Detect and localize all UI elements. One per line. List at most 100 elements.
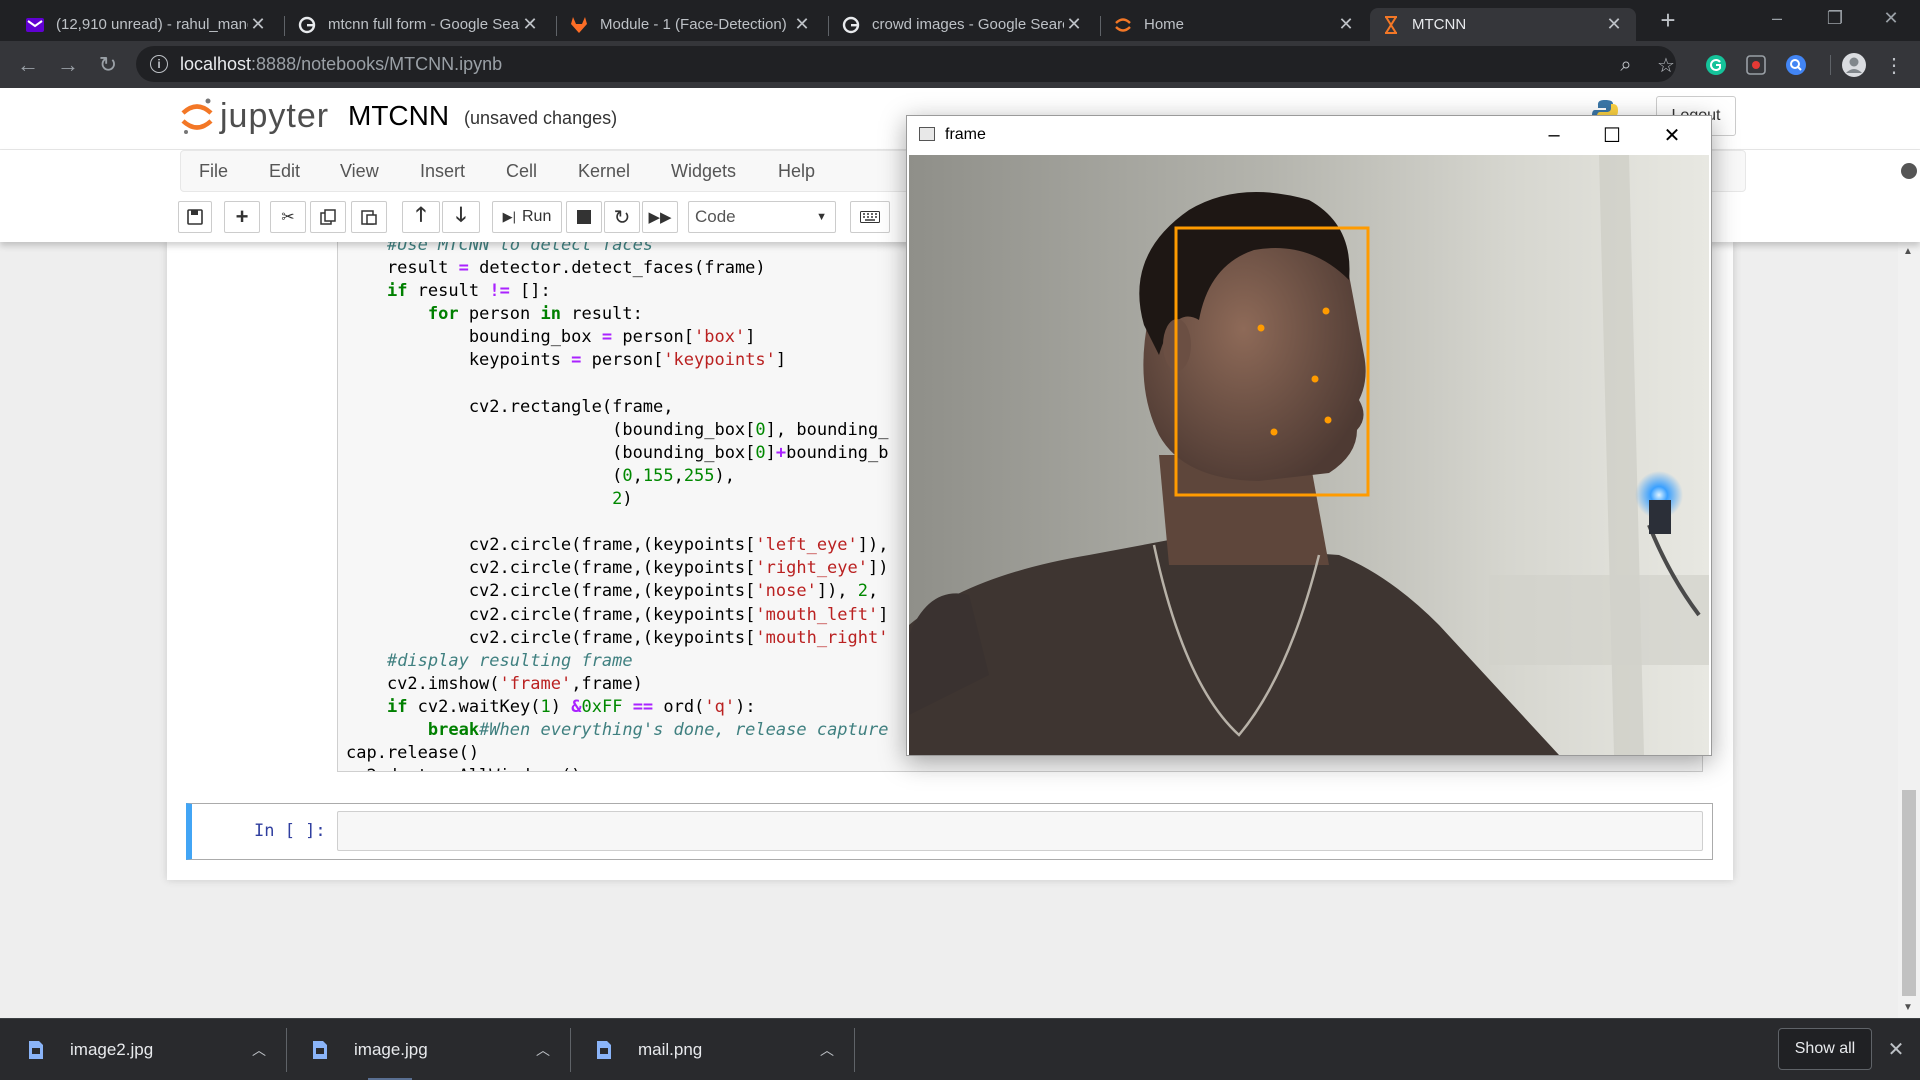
minimize-frame-button[interactable]: –	[1525, 116, 1583, 154]
close-tab-icon[interactable]: ✕	[248, 14, 268, 35]
downloads-shelf: image2.jpg ︿ image.jpg ︿ mail.png ︿ Show…	[0, 1018, 1920, 1080]
show-all-downloads-button[interactable]: Show all	[1778, 1028, 1872, 1070]
lens-extension-icon[interactable]	[1782, 51, 1810, 79]
restart-run-all-button[interactable]: ▶▶	[642, 201, 678, 233]
url-text[interactable]: localhost:8888/notebooks/MTCNN.ipynb	[180, 54, 502, 75]
frame-title-bar[interactable]: frame – ☐ ✕	[907, 116, 1711, 154]
reload-button[interactable]: ↻	[92, 49, 124, 81]
save-icon	[187, 209, 203, 225]
scroll-up-icon[interactable]: ▲	[1903, 246, 1913, 257]
download-filename: mail.png	[638, 1040, 703, 1059]
chevron-up-icon[interactable]: ︿	[820, 1040, 834, 1060]
tab-mtcnn-search[interactable]: mtcnn full form - Google Search ✕	[286, 8, 552, 41]
forward-button[interactable]: →	[52, 49, 84, 81]
window-app-icon	[919, 127, 935, 141]
frame-title: frame	[945, 126, 986, 143]
tab-title: MTCNN	[1412, 16, 1467, 33]
image-file-icon	[313, 1041, 327, 1059]
google-icon	[298, 16, 316, 34]
close-downloads-icon[interactable]: ✕	[1884, 1037, 1908, 1061]
save-button[interactable]	[178, 201, 212, 233]
url-path: :8888/notebooks/MTCNN.ipynb	[251, 53, 503, 74]
tab-module-1[interactable]: Module - 1 (Face-Detection) ✕	[558, 8, 824, 41]
tab-separator	[1100, 16, 1101, 36]
tab-mtcnn[interactable]: MTCNN ✕	[1370, 8, 1636, 41]
image-file-icon	[597, 1041, 611, 1059]
close-tab-icon[interactable]: ✕	[1604, 14, 1624, 35]
menu-edit[interactable]: Edit	[269, 161, 300, 182]
mouth-right-keypoint	[1324, 416, 1332, 424]
tab-mail[interactable]: (12,910 unread) - rahul_manglani ✕	[14, 8, 280, 41]
new-tab-button[interactable]: +	[1652, 4, 1684, 36]
download-item[interactable]: image2.jpg ︿	[28, 1019, 268, 1080]
close-frame-button[interactable]: ✕	[1643, 116, 1701, 154]
download-filename: image2.jpg	[70, 1040, 154, 1059]
menu-view[interactable]: View	[340, 161, 379, 182]
site-info-icon[interactable]: i	[150, 55, 168, 73]
maximize-frame-button[interactable]: ☐	[1583, 116, 1641, 154]
notebook-title[interactable]: MTCNN	[348, 100, 449, 132]
webcam-frame-image	[909, 155, 1709, 755]
tab-home[interactable]: Home ✕	[1102, 8, 1368, 41]
bookmark-star-icon[interactable]: ☆	[1652, 51, 1680, 79]
menu-insert[interactable]: Insert	[420, 161, 465, 182]
download-separator	[286, 1028, 287, 1072]
tab-separator	[556, 16, 557, 36]
kernel-status-icon	[1901, 163, 1917, 179]
cell-type-select[interactable]: Code ▼	[688, 201, 836, 233]
copy-button[interactable]	[310, 201, 346, 233]
nose-keypoint	[1311, 375, 1319, 383]
close-window-button[interactable]: ✕	[1862, 0, 1920, 36]
run-label: Run	[522, 208, 552, 225]
tab-crowd-images[interactable]: crowd images - Google Search ✕	[830, 8, 1096, 41]
profile-avatar-icon[interactable]	[1840, 51, 1868, 79]
dropdown-caret-icon: ▼	[816, 211, 827, 223]
move-up-button[interactable]: 🡑	[402, 201, 440, 233]
paste-button[interactable]	[351, 201, 387, 233]
insert-cell-button[interactable]: +	[224, 201, 260, 233]
menu-help[interactable]: Help	[778, 161, 815, 182]
stop-icon	[577, 210, 591, 224]
code-text[interactable]: #Use MTCNN to detect faces result = dete…	[346, 242, 889, 771]
interrupt-kernel-button[interactable]	[566, 201, 602, 233]
close-tab-icon[interactable]: ✕	[520, 14, 540, 35]
cell-type-value: Code	[695, 207, 736, 226]
menu-kernel[interactable]: Kernel	[578, 161, 630, 182]
close-tab-icon[interactable]: ✕	[1064, 14, 1084, 35]
tab-title: (12,910 unread) - rahul_manglani	[56, 16, 248, 33]
toolbar-separator	[1830, 55, 1831, 75]
cell-prompt: In [ ]:	[254, 821, 326, 841]
download-item[interactable]: mail.png ︿	[596, 1019, 836, 1080]
back-button[interactable]: ←	[12, 49, 44, 81]
tab-title: Home	[1144, 16, 1185, 33]
opencv-frame-window[interactable]: frame – ☐ ✕	[906, 115, 1712, 756]
restart-kernel-button[interactable]: ↻	[604, 201, 640, 233]
browser-menu-icon[interactable]: ⋮	[1880, 51, 1908, 79]
menu-widgets[interactable]: Widgets	[671, 161, 736, 182]
command-palette-button[interactable]	[850, 201, 890, 233]
minimize-window-button[interactable]: –	[1748, 0, 1806, 36]
close-tab-icon[interactable]: ✕	[1336, 14, 1356, 35]
close-tab-icon[interactable]: ✕	[792, 14, 812, 35]
menu-file[interactable]: File	[199, 161, 228, 182]
screen-recorder-extension-icon[interactable]	[1742, 51, 1770, 79]
grammarly-extension-icon[interactable]	[1702, 51, 1730, 79]
scrollbar-thumb[interactable]	[1902, 790, 1916, 996]
scroll-down-icon[interactable]: ▼	[1903, 1002, 1913, 1013]
address-bar[interactable]: i localhost:8888/notebooks/MTCNN.ipynb	[136, 46, 1676, 82]
cut-button[interactable]: ✂	[270, 201, 306, 233]
zoom-icon[interactable]: ⌕	[1612, 51, 1640, 79]
chevron-up-icon[interactable]: ︿	[536, 1040, 550, 1060]
download-item[interactable]: image.jpg ︿	[312, 1019, 552, 1080]
charger-device	[1649, 500, 1671, 534]
empty-code-cell[interactable]: In [ ]:	[186, 803, 1713, 860]
chevron-up-icon[interactable]: ︿	[252, 1040, 266, 1060]
jupyter-logo[interactable]: jupyter	[180, 96, 329, 136]
cell-input[interactable]	[337, 811, 1703, 851]
run-button[interactable]: ▶| Run	[492, 201, 562, 233]
restore-window-button[interactable]: ❐	[1806, 0, 1864, 36]
menu-cell[interactable]: Cell	[506, 161, 537, 182]
jupyter-logo-icon	[181, 98, 213, 134]
page-scrollbar[interactable]: ▲ ▼	[1898, 242, 1920, 1018]
move-down-button[interactable]: 🡓	[442, 201, 480, 233]
